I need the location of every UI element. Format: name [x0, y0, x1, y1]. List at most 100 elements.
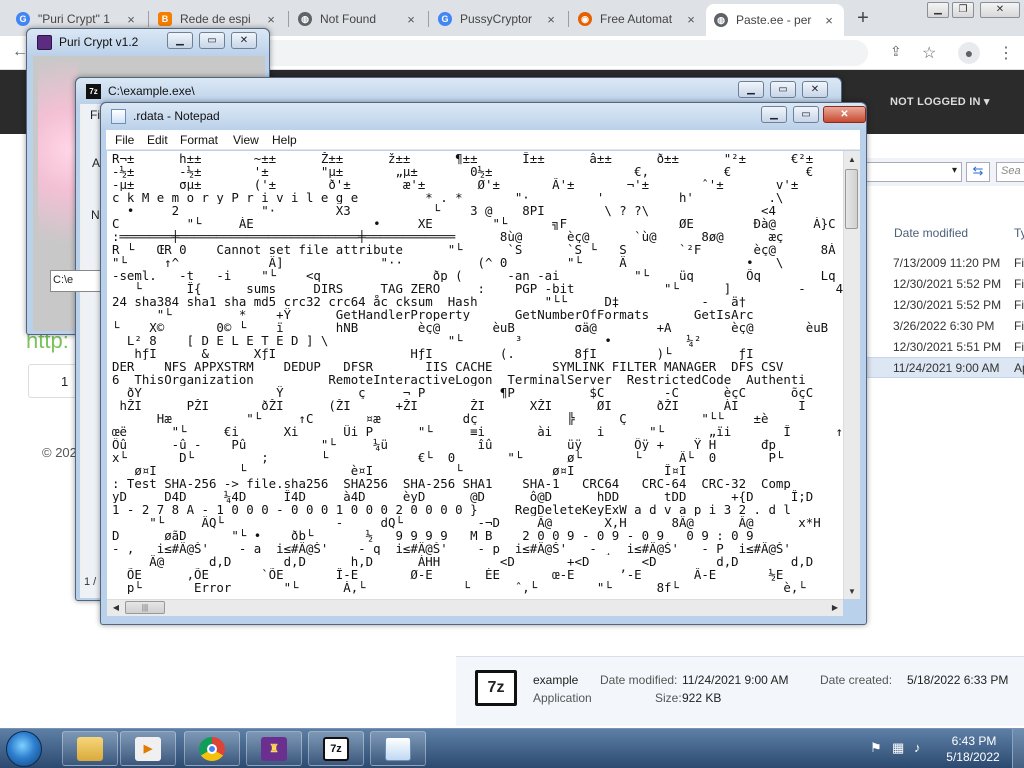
sevenzip-toolbar-fragment[interactable]: A	[92, 156, 100, 170]
notepad-titlebar[interactable]: .rdata - Notepad ▁ ▭ ✕	[101, 103, 866, 129]
clock-time[interactable]: 6:43 PM	[946, 734, 1002, 748]
refresh-button[interactable]: ⇆	[966, 162, 990, 182]
window-title: Puri Crypt v1.2	[59, 35, 139, 49]
notepad-text-line: ÕE ,ÕE `ÕE Î-E Ø-E ÈE œ-E ’-E Â-E ½E lÕE…	[126, 568, 784, 581]
profile-avatar-icon[interactable]: ●	[958, 42, 980, 64]
menu-dots-icon[interactable]: ⋮	[998, 43, 1014, 63]
column-header-date-modified[interactable]: Date modified	[894, 226, 968, 240]
notepad-text-line: hŽI PŽI ðŽI (ŽI +ŽI ŽI XŽI ØI ðŽI ÀI I I	[112, 399, 843, 412]
taskbar-media-player[interactable]: ▶	[120, 731, 176, 766]
taskbar-puri-crypt[interactable]: ♜	[246, 731, 302, 766]
close-icon[interactable]: ×	[684, 12, 698, 27]
maximize-icon[interactable]: ▭	[770, 81, 796, 98]
menu-help[interactable]: Help	[272, 133, 297, 147]
search-input[interactable]: Sea	[996, 162, 1024, 182]
minimize-icon[interactable]: ▁	[761, 106, 787, 123]
file-row-type[interactable]: Fi	[1014, 298, 1024, 312]
notepad-text-line: - , i≤#Ä@Š' - a i≤#Ä@Š' - q i≤#Ä@Š' - p …	[112, 542, 791, 555]
close-icon[interactable]: ×	[822, 13, 836, 28]
notepad-text-line: D øãD "└ • ðb└ ½ 9 9 9 9 M B 2 0 0 9 - 0…	[112, 529, 754, 542]
file-row-type[interactable]: Fi	[1014, 277, 1024, 291]
minimize-icon[interactable]: ▁	[738, 81, 764, 98]
browser-tab-6-active[interactable]: ◍ Paste.ee - per ×	[706, 4, 844, 36]
notepad-text-line: DER NFS APPXSTRM DEDUP DFSR IIS_CACHE SY…	[112, 360, 784, 373]
file-row-type[interactable]: Fi	[1014, 256, 1024, 270]
scroll-right-arrow-icon[interactable]: ▶	[829, 603, 841, 612]
puri-crypt-artwork	[38, 62, 78, 282]
file-row-date[interactable]: 11/24/2021 9:00 AM	[893, 361, 1000, 375]
menu-view[interactable]: View	[233, 133, 259, 147]
sevenzip-icon: 7z	[323, 736, 349, 761]
globe-icon: ◍	[714, 13, 728, 27]
vertical-scroll-thumb[interactable]	[845, 169, 858, 229]
address-dropdown[interactable]: ▾	[866, 162, 962, 182]
details-file-name: example	[533, 673, 579, 687]
close-icon[interactable]: ×	[544, 12, 558, 27]
volume-icon[interactable]: ♪	[914, 740, 921, 755]
menu-edit[interactable]: Edit	[147, 133, 168, 147]
share-icon[interactable]: ⇪	[890, 43, 902, 60]
close-icon[interactable]: ×	[264, 12, 278, 27]
folder-icon	[77, 736, 103, 761]
horizontal-scrollbar[interactable]	[107, 599, 843, 616]
file-row-date[interactable]: 12/30/2021 5:52 PM	[893, 277, 1001, 291]
notepad-text-line: "└ ÄQ└ - dQ└ -¬D Â@ X,H 8Ä@ Â@ x*H d,D	[112, 516, 843, 529]
login-status-menu[interactable]: NOT LOGGED IN ▾	[890, 95, 990, 108]
puri-crypt-titlebar[interactable]: Puri Crypt v1.2 ▁ ▭ ✕	[27, 29, 269, 55]
windows-start-icon[interactable]	[6, 731, 42, 767]
maximize-icon[interactable]: ▭	[793, 106, 819, 123]
file-row-type[interactable]: Ap	[1014, 361, 1024, 375]
sevenzip-menu-fragment[interactable]: Fi	[90, 108, 100, 122]
show-desktop-button[interactable]	[1012, 729, 1024, 768]
close-icon[interactable]: ×	[124, 12, 138, 27]
network-warning-icon[interactable]: ⚑	[870, 740, 882, 756]
close-icon[interactable]: ✕	[231, 32, 257, 49]
file-row-type[interactable]: Fi	[1014, 319, 1024, 333]
file-row-date[interactable]: 7/13/2009 11:20 PM	[893, 256, 1000, 270]
close-icon[interactable]: ×	[404, 12, 418, 27]
notepad-icon	[385, 736, 411, 761]
file-row-date[interactable]: 12/30/2021 5:51 PM	[893, 340, 1001, 354]
taskbar-explorer[interactable]	[62, 731, 118, 766]
notepad-text-line: Ä@ d,D d,D h,D ÀHH <D +<D <D d,D d,D ÎuD	[112, 555, 843, 568]
puri-crypt-path-input[interactable]: C:\e	[50, 270, 106, 292]
notepad-text-line: C "└ ÀE • XE "└ ╗F ØE Ðà@ À}C Üà@ ØY@	[112, 217, 836, 230]
horizontal-scroll-thumb[interactable]: |||	[125, 601, 165, 614]
bookmark-star-icon[interactable]: ☆	[922, 43, 936, 63]
taskbar-chrome[interactable]	[184, 731, 240, 766]
tab-title: Rede de espi	[180, 12, 251, 26]
close-icon[interactable]: ✕	[802, 81, 828, 98]
menu-file[interactable]: File	[115, 133, 134, 147]
new-tab-button[interactable]: +	[853, 7, 873, 30]
scroll-up-arrow-icon[interactable]: ▲	[846, 155, 858, 164]
browser-tab-4[interactable]: G PussyCryptor ×	[430, 4, 566, 34]
taskbar-sevenzip[interactable]: 7z	[308, 731, 364, 766]
column-header-type[interactable]: Ty	[1014, 226, 1024, 240]
close-icon[interactable]: ✕	[980, 2, 1020, 18]
file-row-date[interactable]: 12/30/2021 5:52 PM	[893, 298, 1001, 312]
restore-icon[interactable]: ❐	[952, 2, 974, 18]
clock-date[interactable]: 5/18/2022	[940, 750, 1006, 764]
close-icon[interactable]: ✕	[823, 106, 866, 123]
minimize-icon[interactable]: ▁	[927, 2, 949, 18]
taskbar-notepad[interactable]	[370, 731, 426, 766]
browser-tab-3[interactable]: ◍ Not Found ×	[290, 4, 426, 34]
menu-format[interactable]: Format	[180, 133, 218, 147]
sevenzip-titlebar[interactable]: 7z C:\example.exe\ ▁ ▭ ✕	[76, 78, 841, 104]
minimize-icon[interactable]: ▁	[167, 32, 193, 49]
maximize-icon[interactable]: ▭	[199, 32, 225, 49]
browser-tab-5[interactable]: ◉ Free Automat ×	[570, 4, 706, 34]
copyright-text: © 202	[42, 445, 77, 460]
notepad-text-line: -µ± σµ± ('± ð'± æ'± Ø'± Â'± ¬'± ˆ'± v'± …	[112, 178, 799, 191]
notepad-text-line: R¬± h±± ~±± Ž±± ž±± ¶±± Î±± â±± ð±± "²± …	[112, 152, 843, 165]
file-row-type[interactable]: Fi	[1014, 340, 1024, 354]
sevenzip-status-fragment: 1 /	[84, 576, 97, 588]
notepad-text-area[interactable]: R¬± h±± ~±± Ž±± ž±± ¶±± Î±± â±± ð±± "²± …	[107, 151, 843, 599]
network-icon[interactable]: ▦	[892, 740, 904, 756]
scroll-left-arrow-icon[interactable]: ◀	[110, 603, 122, 612]
notepad-text-line: ø¤I └ è¤I └ ø¤I Î¤I	[112, 464, 687, 477]
sevenzip-column-fragment[interactable]: N	[91, 208, 100, 222]
scroll-down-arrow-icon[interactable]: ▼	[846, 587, 858, 596]
file-row-date[interactable]: 3/26/2022 6:30 PM	[893, 319, 994, 333]
notepad-text-line: :═══════╪════════════════════════╪══════…	[112, 230, 784, 243]
